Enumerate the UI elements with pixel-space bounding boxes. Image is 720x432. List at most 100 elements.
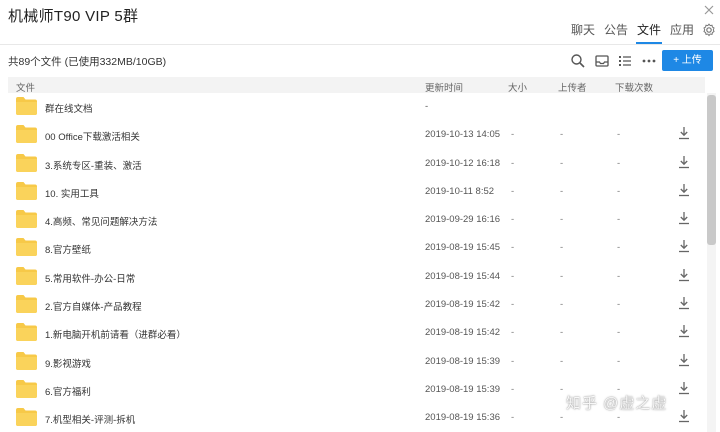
- file-uploader: -: [560, 270, 564, 282]
- download-icon[interactable]: [677, 239, 691, 253]
- search-icon[interactable]: [570, 53, 586, 69]
- window-title: 机械师T90 VIP 5群: [8, 8, 139, 25]
- header-date[interactable]: 更新时间: [425, 80, 463, 94]
- file-date: -: [425, 101, 429, 112]
- file-name: 1.新电脑开机前请看（进群必看）: [45, 330, 186, 342]
- download-icon[interactable]: [677, 268, 691, 282]
- download-icon[interactable]: [677, 353, 691, 367]
- folder-icon: [16, 266, 37, 285]
- table-row[interactable]: 群在线文档 -: [8, 93, 705, 121]
- table-row[interactable]: 9.影视游戏 2019-08-19 15:39 - - -: [8, 348, 705, 376]
- file-count-status: 共89个文件 (已使用332MB/10GB): [8, 56, 167, 68]
- file-name: 00 Office下载激活相关: [45, 132, 140, 144]
- file-name: 2.官方自媒体-产品教程: [45, 302, 142, 314]
- file-name: 9.影视游戏: [45, 358, 91, 370]
- file-size: -: [511, 383, 515, 395]
- file-downloads: -: [617, 242, 621, 254]
- tab-chat[interactable]: 聊天: [568, 20, 598, 44]
- file-name: 3.系统专区-重装、激活: [45, 160, 142, 172]
- table-row[interactable]: 2.官方自媒体-产品教程 2019-08-19 15:42 - - -: [8, 291, 705, 319]
- watermark: 知乎 @虚之虚: [566, 395, 668, 412]
- file-downloads: -: [617, 355, 621, 367]
- folder-icon: [16, 323, 37, 342]
- file-date: 2019-08-19 15:42: [425, 327, 501, 339]
- scrollbar-thumb[interactable]: [707, 95, 716, 245]
- file-uploader: -: [560, 299, 564, 311]
- title-bar: 机械师T90 VIP 5群 聊天 公告 文件 应用: [0, 0, 720, 44]
- file-uploader: -: [560, 129, 564, 141]
- file-downloads: -: [617, 327, 621, 339]
- file-downloads: -: [617, 157, 621, 169]
- download-icon[interactable]: [677, 183, 691, 197]
- file-name: 群在线文档: [45, 104, 93, 115]
- file-size: -: [511, 129, 515, 141]
- download-icon[interactable]: [677, 381, 691, 395]
- file-size: -: [511, 299, 515, 311]
- file-uploader: -: [560, 412, 564, 424]
- download-icon[interactable]: [677, 155, 691, 169]
- file-toolbar: 共89个文件 (已使用332MB/10GB) + 上传: [0, 45, 720, 77]
- file-uploader: -: [560, 214, 564, 226]
- file-list: 群在线文档 - 00 Office下载激活相关 2019-10-13 14:05…: [8, 93, 705, 432]
- folder-icon: [16, 295, 37, 314]
- file-uploader: -: [560, 327, 564, 339]
- file-size: -: [511, 355, 515, 367]
- file-name: 6.官方福利: [45, 386, 91, 398]
- file-downloads: -: [617, 412, 621, 424]
- file-date: 2019-08-19 15:45: [425, 242, 501, 254]
- file-downloads: -: [617, 299, 621, 311]
- file-uploader: -: [560, 383, 564, 395]
- file-date: 2019-08-19 15:44: [425, 270, 501, 282]
- header-name[interactable]: 文件: [16, 80, 35, 94]
- close-icon[interactable]: [704, 2, 714, 18]
- file-size: -: [511, 242, 515, 254]
- file-uploader: -: [560, 185, 564, 197]
- download-icon[interactable]: [677, 211, 691, 225]
- file-date: 2019-10-12 16:18: [425, 157, 501, 169]
- gear-icon[interactable]: [698, 20, 720, 44]
- header-size[interactable]: 大小: [508, 80, 527, 94]
- upload-button[interactable]: + 上传: [662, 50, 713, 71]
- tab-announcement[interactable]: 公告: [601, 20, 631, 44]
- table-row[interactable]: 3.系统专区-重装、激活 2019-10-12 16:18 - - -: [8, 150, 705, 178]
- inbox-icon[interactable]: [594, 53, 610, 69]
- folder-icon: [16, 351, 37, 370]
- file-size: -: [511, 214, 515, 226]
- download-icon[interactable]: [677, 126, 691, 140]
- file-name: 8.官方壁纸: [45, 245, 91, 257]
- file-date: 2019-08-19 15:39: [425, 383, 501, 395]
- table-row[interactable]: 00 Office下载激活相关 2019-10-13 14:05 - - -: [8, 121, 705, 149]
- file-name: 5.常用软件-办公-日常: [45, 273, 136, 285]
- header-downloads[interactable]: 下载次数: [615, 80, 653, 94]
- table-row[interactable]: 8.官方壁纸 2019-08-19 15:45 - - -: [8, 234, 705, 262]
- table-row[interactable]: 10. 实用工具 2019-10-11 8:52 - - -: [8, 178, 705, 206]
- file-size: -: [511, 412, 515, 424]
- folder-icon: [16, 181, 37, 200]
- folder-icon: [16, 153, 37, 172]
- file-uploader: -: [560, 242, 564, 254]
- more-icon[interactable]: [641, 53, 657, 69]
- folder-icon: [16, 238, 37, 257]
- folder-icon: [16, 379, 37, 398]
- download-icon[interactable]: [677, 296, 691, 310]
- header-uploader[interactable]: 上传者: [558, 80, 587, 94]
- table-row[interactable]: 1.新电脑开机前请看（进群必看） 2019-08-19 15:42 - - -: [8, 319, 705, 347]
- folder-icon: [16, 408, 37, 427]
- table-row[interactable]: 5.常用软件-办公-日常 2019-08-19 15:44 - - -: [8, 263, 705, 291]
- tab-bar: 聊天 公告 文件 应用: [565, 20, 720, 44]
- table-row[interactable]: 4.高频、常见问题解决方法 2019-09-29 16:16 - - -: [8, 206, 705, 234]
- download-icon[interactable]: [677, 324, 691, 338]
- scrollbar[interactable]: [707, 93, 716, 432]
- file-date: 2019-10-11 8:52: [425, 185, 495, 197]
- file-size: -: [511, 270, 515, 282]
- tab-apps[interactable]: 应用: [667, 20, 697, 44]
- file-downloads: -: [617, 214, 621, 226]
- download-icon[interactable]: [677, 409, 691, 423]
- file-downloads: -: [617, 185, 621, 197]
- list-view-icon[interactable]: [617, 53, 633, 69]
- file-size: -: [511, 185, 515, 197]
- folder-icon: [16, 210, 37, 229]
- tab-files[interactable]: 文件: [634, 20, 664, 44]
- file-size: -: [511, 157, 515, 169]
- file-date: 2019-08-19 15:36: [425, 412, 501, 424]
